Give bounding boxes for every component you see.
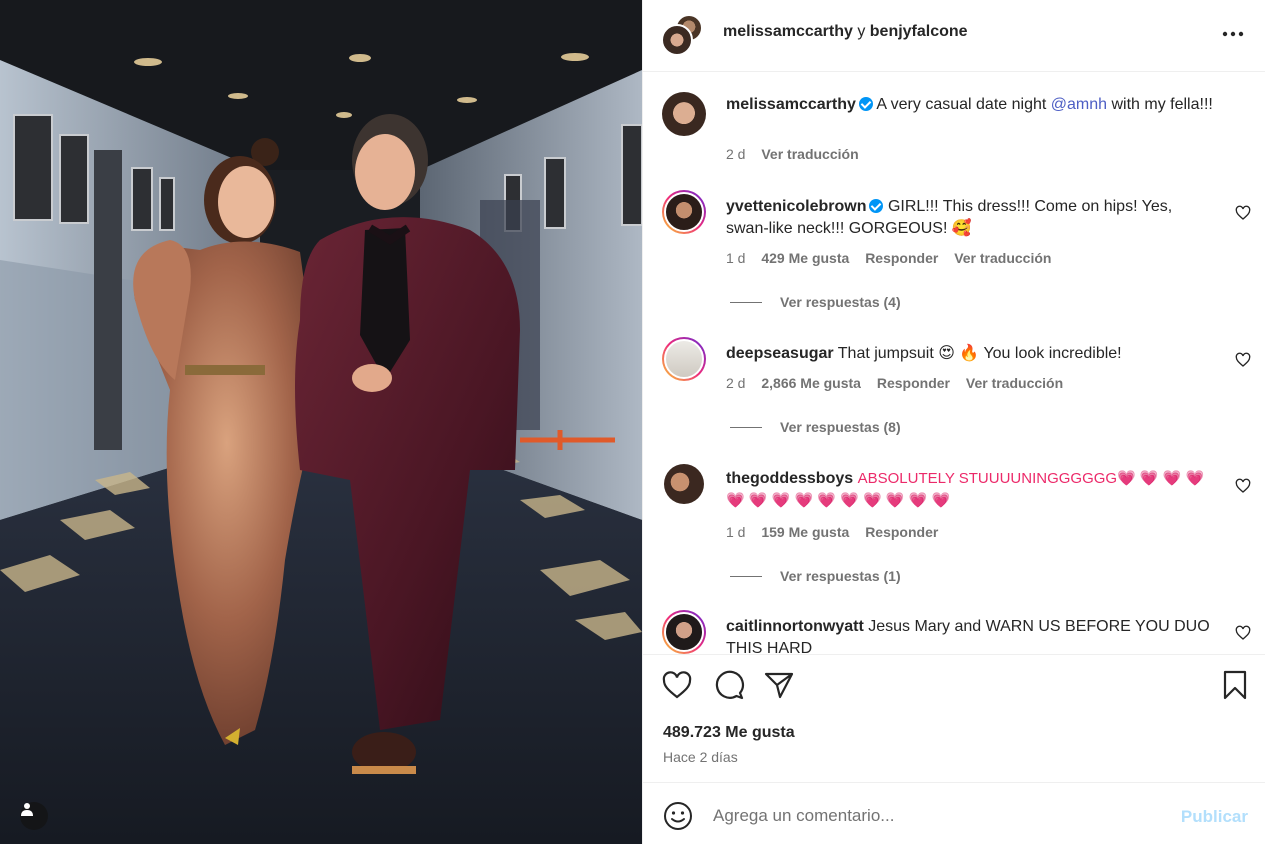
comments-list[interactable]: melissamccarthy A very casual date night… (643, 72, 1265, 654)
view-replies-label: Ver respuestas (1) (780, 568, 901, 584)
heart-icon[interactable] (661, 669, 693, 701)
view-replies[interactable]: Ver respuestas (4) (730, 294, 901, 310)
caption-body: A very casual date night (876, 96, 1047, 113)
comment-text: caitlinnortonwyatt Jesus Mary and WARN U… (726, 616, 1216, 654)
author-link[interactable]: melissamccarthy (723, 23, 853, 40)
post-side-panel: melissamccarthy y benjyfalcone melissamc… (642, 0, 1265, 844)
avatar[interactable] (664, 464, 704, 504)
comment-meta: 1 d 159 Me gusta Responder (726, 524, 950, 540)
photo-illustration (0, 0, 642, 844)
collab-avatars[interactable] (661, 14, 705, 58)
user-tag-icon (21, 803, 33, 816)
comment-username[interactable]: yvettenicolebrown (726, 198, 866, 215)
translate-link[interactable]: Ver traducción (954, 250, 1051, 266)
add-comment-bar: Publicar (643, 782, 1265, 844)
emoji-icon[interactable] (663, 801, 693, 831)
translate-link[interactable]: Ver traducción (761, 146, 858, 162)
send-icon[interactable] (763, 669, 795, 701)
more-icon (1222, 31, 1244, 37)
post-photo[interactable] (0, 0, 642, 844)
comment-likes[interactable]: 2,866 Me gusta (761, 375, 861, 391)
view-replies[interactable]: Ver respuestas (1) (730, 568, 901, 584)
like-comment-heart-icon[interactable] (1235, 352, 1251, 368)
comment-username[interactable]: caitlinnortonwyatt (726, 618, 864, 635)
bookmark-icon[interactable] (1219, 669, 1251, 701)
comment-time[interactable]: 1 d (726, 524, 745, 540)
post-timestamp[interactable]: Hace 2 días (663, 749, 738, 765)
avatar (661, 24, 693, 56)
like-comment-heart-icon[interactable] (1235, 478, 1251, 494)
comment-text: thegoddessboys ABSOLUTELY STUUUUNINGGGGG… (726, 468, 1216, 512)
view-replies-label: Ver respuestas (4) (780, 294, 901, 310)
comment-time[interactable]: 2 d (726, 375, 745, 391)
publish-button[interactable]: Publicar (1181, 807, 1248, 827)
reply-link[interactable]: Responder (865, 250, 938, 266)
comment-input[interactable] (713, 806, 1133, 826)
replies-divider (730, 426, 762, 428)
author-link[interactable]: benjyfalcone (870, 23, 968, 40)
verified-icon (858, 97, 873, 111)
post-authors: melissamccarthy y benjyfalcone (723, 23, 968, 41)
post-modal: melissamccarthy y benjyfalcone melissamc… (0, 0, 1265, 844)
avatar[interactable] (662, 190, 706, 234)
verified-icon (869, 199, 884, 213)
comment-time[interactable]: 2 d (726, 146, 745, 162)
view-replies-label: Ver respuestas (8) (780, 419, 901, 435)
comment-time[interactable]: 1 d (726, 250, 745, 266)
comment-text: yvettenicolebrown GIRL!!! This dress!!! … (726, 196, 1216, 240)
caption-text: melissamccarthy A very casual date night… (726, 94, 1216, 116)
view-replies[interactable]: Ver respuestas (8) (730, 419, 901, 435)
post-actions: 489.723 Me gusta Hace 2 días (643, 654, 1265, 782)
replies-divider (730, 301, 762, 303)
caption-meta: 2 d Ver traducción (726, 146, 871, 162)
avatar[interactable] (662, 337, 706, 381)
comment-meta: 2 d 2,866 Me gusta Responder Ver traducc… (726, 375, 1075, 391)
comment-icon[interactable] (713, 669, 745, 701)
translate-link[interactable]: Ver traducción (966, 375, 1063, 391)
post-header: melissamccarthy y benjyfalcone (643, 0, 1265, 72)
comment-likes[interactable]: 429 Me gusta (761, 250, 849, 266)
like-comment-heart-icon[interactable] (1235, 625, 1251, 641)
comment-text: deepseasugar That jumpsuit 😍 🔥 You look … (726, 343, 1216, 365)
mention-link[interactable]: @amnh (1051, 96, 1107, 113)
reply-link[interactable]: Responder (877, 375, 950, 391)
caption-body-end: with my fella!!! (1111, 96, 1213, 113)
avatar[interactable] (662, 92, 706, 136)
post-likes-count[interactable]: 489.723 Me gusta (663, 724, 795, 742)
authors-joiner: y (857, 23, 866, 40)
comment-meta: 1 d 429 Me gusta Responder Ver traducció… (726, 250, 1063, 266)
user-tag-button[interactable] (20, 802, 48, 830)
more-options-button[interactable] (1220, 22, 1246, 46)
avatar[interactable] (662, 610, 706, 654)
comment-username[interactable]: deepseasugar (726, 345, 834, 362)
comment-username[interactable]: melissamccarthy (726, 96, 856, 113)
comment-likes[interactable]: 159 Me gusta (761, 524, 849, 540)
comment-username[interactable]: thegoddessboys (726, 470, 853, 487)
replies-divider (730, 575, 762, 577)
comment-body: That jumpsuit 😍 🔥 You look incredible! (837, 345, 1122, 362)
reply-link[interactable]: Responder (865, 524, 938, 540)
like-comment-heart-icon[interactable] (1235, 205, 1251, 221)
